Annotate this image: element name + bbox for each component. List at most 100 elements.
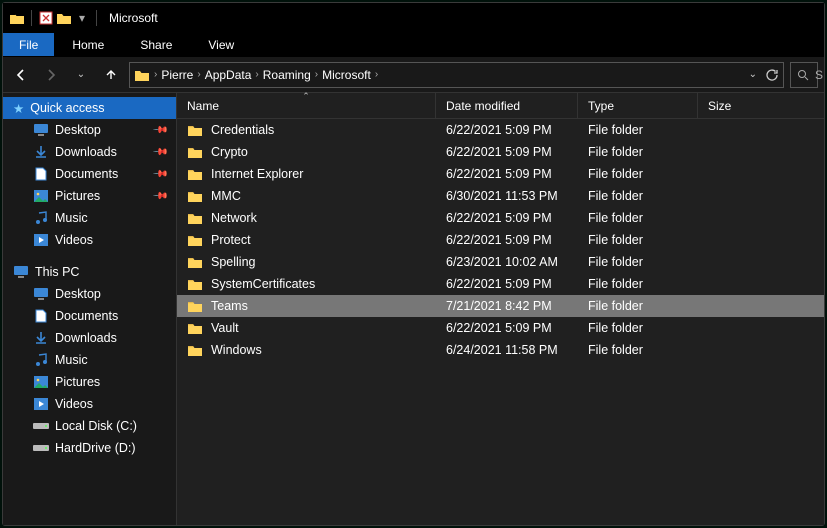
pin-icon: 📌 [151,122,168,139]
music-icon [33,352,49,368]
chevron-right-icon[interactable]: › [315,69,318,80]
sidebar-item-desktop[interactable]: Desktop [3,283,176,305]
pin-icon: 📌 [151,144,168,161]
sidebar-item-documents[interactable]: Documents📌 [3,163,176,185]
pin-icon: 📌 [151,188,168,205]
file-name: SystemCertificates [211,277,315,291]
file-name: Protect [211,233,251,247]
column-date[interactable]: Date modified [436,93,578,118]
refresh-icon[interactable] [765,68,779,82]
column-type[interactable]: Type [578,93,698,118]
sidebar-item-music[interactable]: Music [3,207,176,229]
chevron-right-icon[interactable]: › [255,69,258,80]
file-date: 6/22/2021 5:09 PM [436,145,578,159]
file-date: 6/22/2021 5:09 PM [436,167,578,181]
table-row[interactable]: Crypto 6/22/2021 5:09 PMFile folder [177,141,824,163]
chevron-right-icon[interactable]: › [197,69,200,80]
address-dropdown-icon[interactable]: ⌄ [749,69,757,80]
quick-access-label: Quick access [30,101,104,115]
table-row[interactable]: Protect6/22/2021 5:09 PMFile folder [177,229,824,251]
explorer-window: ▾ Microsoft File Home Share View ⌄ › Pie… [2,2,825,526]
file-name: Teams [211,299,248,313]
sidebar-item-downloads[interactable]: Downloads 📌 [3,141,176,163]
file-date: 6/22/2021 5:09 PM [436,233,578,247]
file-list: Credentials6/22/2021 5:09 PMFile folderC… [177,119,824,525]
sidebar-item-label: HardDrive (D:) [55,441,136,455]
sidebar-item-local-disk-c-[interactable]: Local Disk (C:) [3,415,176,437]
table-row[interactable]: MMC6/30/2021 11:53 PMFile folder [177,185,824,207]
sidebar-item-music[interactable]: Music [3,349,176,371]
table-row[interactable]: Teams7/21/2021 8:42 PMFile folder [177,295,824,317]
pc-icon [13,265,29,279]
sidebar-item-label: Pictures [55,189,100,203]
sidebar-item-documents[interactable]: Documents [3,305,176,327]
recent-locations-button[interactable]: ⌄ [69,63,93,87]
tab-home[interactable]: Home [54,33,122,56]
tab-share[interactable]: Share [122,33,190,56]
this-pc-root[interactable]: This PC [3,261,176,283]
table-row[interactable]: SystemCertificates6/22/2021 5:09 PMFile … [177,273,824,295]
file-tab[interactable]: File [3,33,54,56]
quick-access-root[interactable]: ★ Quick access [3,97,176,119]
file-name: Crypto [211,145,248,159]
breadcrumb[interactable]: AppData› [205,68,259,82]
ribbon-tabs: File Home Share View [3,33,824,57]
new-folder-icon[interactable] [56,10,72,26]
properties-icon[interactable] [38,10,54,26]
file-type: File folder [578,343,698,357]
pictures-icon [33,188,49,204]
sidebar-item-pictures[interactable]: Pictures [3,371,176,393]
nav-bar: ⌄ › Pierre› AppData› Roaming› Microsoft›… [3,57,824,93]
address-folder-icon [134,67,150,83]
folder-icon [187,211,203,225]
qat-customize-icon[interactable]: ▾ [74,10,90,26]
back-button[interactable] [9,63,33,87]
file-name: MMC [211,189,241,203]
column-size[interactable]: Size [698,93,798,118]
table-row[interactable]: Windows6/24/2021 11:58 PMFile folder [177,339,824,361]
folder-icon [9,10,25,26]
desktop-icon [33,286,49,302]
chevron-right-icon[interactable]: › [154,69,157,80]
crumb-label: AppData [205,68,252,82]
folder-icon [187,167,203,181]
documents-icon [33,308,49,324]
search-box[interactable]: S [790,62,818,88]
downloads-icon [33,144,49,160]
folder-icon [187,233,203,247]
table-row[interactable]: Network6/22/2021 5:09 PMFile folder [177,207,824,229]
file-date: 6/30/2021 11:53 PM [436,189,578,203]
videos-icon [33,232,49,248]
table-row[interactable]: Internet Explorer6/22/2021 5:09 PMFile f… [177,163,824,185]
tab-view[interactable]: View [190,33,252,56]
sidebar-item-videos[interactable]: Videos [3,393,176,415]
column-header: ⌃ Name Date modified Type Size [177,93,824,119]
table-row[interactable]: Credentials6/22/2021 5:09 PMFile folder [177,119,824,141]
sidebar-item-downloads[interactable]: Downloads [3,327,176,349]
table-row[interactable]: Vault6/22/2021 5:09 PMFile folder [177,317,824,339]
chevron-right-icon[interactable]: › [375,69,378,80]
sidebar-item-label: Downloads [55,145,117,159]
folder-icon [187,277,203,291]
folder-icon [187,145,203,159]
table-row[interactable]: Spelling6/23/2021 10:02 AMFile folder [177,251,824,273]
sidebar-item-desktop[interactable]: Desktop📌 [3,119,176,141]
breadcrumb[interactable]: Microsoft› [322,68,378,82]
file-type: File folder [578,299,698,313]
file-type: File folder [578,145,698,159]
address-bar[interactable]: › Pierre› AppData› Roaming› Microsoft› ⌄ [129,62,784,88]
crumb-label: Roaming [263,68,311,82]
forward-button[interactable] [39,63,63,87]
column-name[interactable]: ⌃ Name [177,93,436,118]
breadcrumb[interactable]: Roaming › [263,68,318,82]
breadcrumb[interactable]: Pierre› [161,68,200,82]
body: ★ Quick access Desktop📌Downloads📌Documen… [3,93,824,525]
sidebar-item-pictures[interactable]: Pictures 📌 [3,185,176,207]
sidebar-item-harddrive-d-[interactable]: HardDrive (D:) [3,437,176,459]
sidebar-item-videos[interactable]: Videos [3,229,176,251]
up-button[interactable] [99,63,123,87]
music-icon [33,210,49,226]
file-date: 6/22/2021 5:09 PM [436,123,578,137]
file-date: 6/23/2021 10:02 AM [436,255,578,269]
window-title: Microsoft [109,11,158,25]
